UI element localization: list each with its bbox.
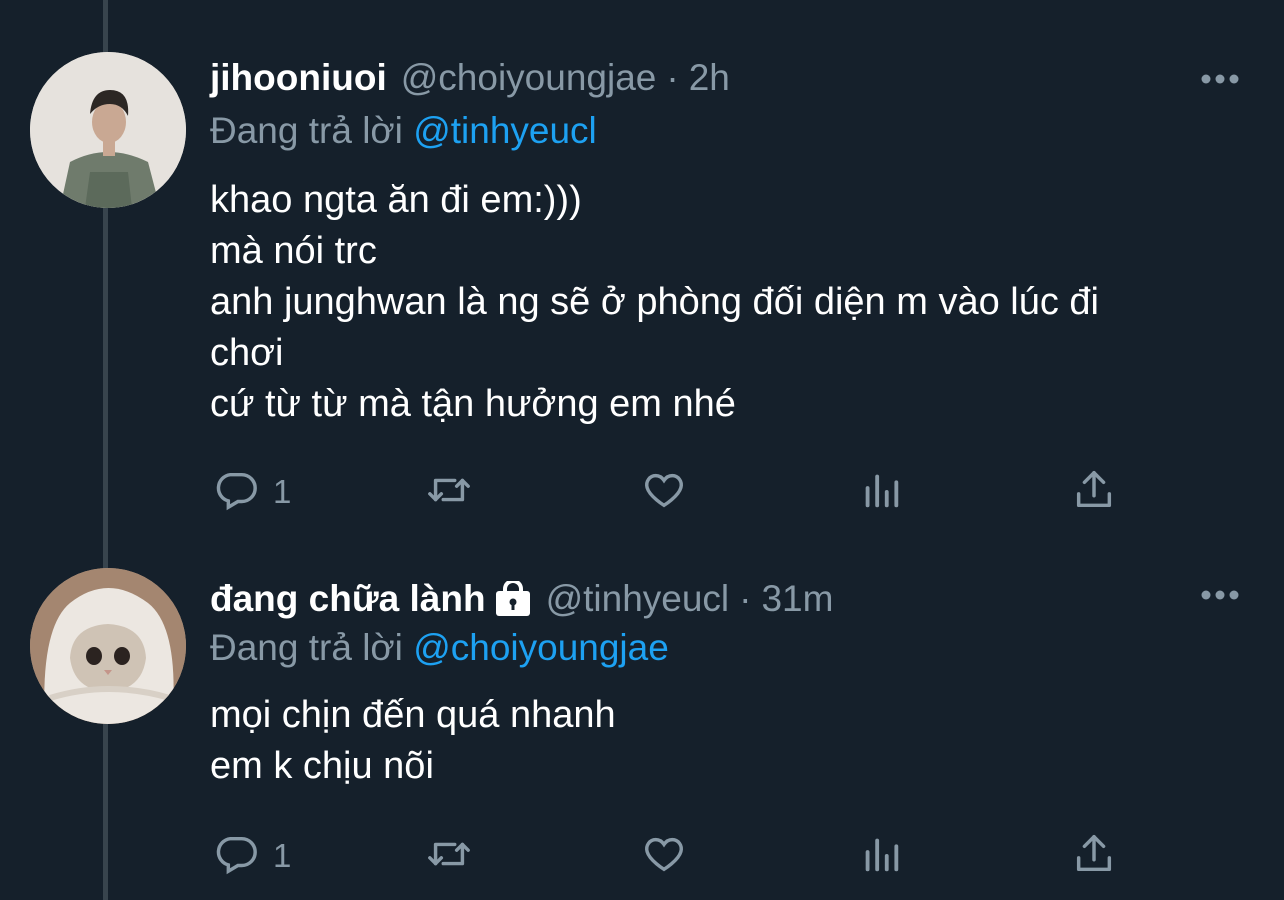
retweet-icon <box>426 467 472 518</box>
tweet-text: mọi chịn đến quá nhanh em k chịu nõi <box>210 690 616 792</box>
tweet-actions: 1 <box>213 468 1213 516</box>
share-button[interactable] <box>1071 468 1117 516</box>
handle[interactable]: @choiyoungjae <box>401 57 657 99</box>
reply-count: 1 <box>273 837 292 874</box>
handle[interactable]: @tinhyeucl <box>546 578 730 620</box>
timestamp[interactable]: 31m <box>761 578 833 620</box>
replying-to: Đang trả lời @tinhyeucl <box>210 110 597 152</box>
like-button[interactable] <box>641 832 687 880</box>
reply-count: 1 <box>273 473 292 510</box>
tweet-text-line: em k chịu nõi <box>210 745 434 787</box>
tweet-text-line: chơi <box>210 332 284 374</box>
tweet-text-line: mà nói trc <box>210 230 377 272</box>
replying-prefix: Đang trả lời <box>210 627 403 668</box>
like-icon <box>641 831 687 882</box>
tweet-text-line: anh junghwan là ng sẽ ở phòng đối diện m… <box>210 281 1099 323</box>
timestamp[interactable]: 2h <box>689 57 730 99</box>
tweet[interactable]: đang chữa lành @tinhyeucl · 31m Đang trả… <box>0 560 1284 900</box>
more-icon[interactable] <box>1200 588 1240 602</box>
replying-prefix: Đang trả lời <box>210 110 403 151</box>
analytics-icon <box>858 467 904 518</box>
retweet-button[interactable] <box>426 468 472 516</box>
mention-link[interactable]: @choiyoungjae <box>413 627 669 668</box>
lock-icon <box>494 579 532 617</box>
separator: · <box>666 57 679 98</box>
avatar[interactable] <box>30 568 186 724</box>
tweet-text-line: cứ từ từ mà tận hưởng em nhé <box>210 383 736 425</box>
share-button[interactable] <box>1071 832 1117 880</box>
tweet-header: jihooniuoi @choiyoungjae · 2h <box>210 57 730 99</box>
analytics-button[interactable] <box>858 832 904 880</box>
replying-to: Đang trả lời @choiyoungjae <box>210 627 669 669</box>
mention-link[interactable]: @tinhyeucl <box>413 110 597 151</box>
like-icon <box>641 467 687 518</box>
tweet-text: khao ngta ăn đi em:))) mà nói trc anh ju… <box>210 175 1099 430</box>
tweet-text-line: mọi chịn đến quá nhanh <box>210 694 616 736</box>
tweet-actions: 1 <box>213 832 1213 880</box>
share-icon <box>1071 467 1117 518</box>
tweet-text-line: khao ngta ăn đi em:))) <box>210 179 582 221</box>
reply-icon <box>213 467 259 518</box>
more-icon[interactable] <box>1200 72 1240 86</box>
display-name[interactable]: đang chữa lành <box>210 578 486 620</box>
analytics-button[interactable] <box>858 468 904 516</box>
reply-button[interactable]: 1 <box>213 468 291 516</box>
like-button[interactable] <box>641 468 687 516</box>
separator: · <box>739 578 752 619</box>
reply-button[interactable]: 1 <box>213 832 291 880</box>
avatar[interactable] <box>30 52 186 208</box>
retweet-button[interactable] <box>426 832 472 880</box>
share-icon <box>1071 831 1117 882</box>
analytics-icon <box>858 831 904 882</box>
display-name[interactable]: jihooniuoi <box>210 57 387 99</box>
tweet-header: đang chữa lành @tinhyeucl · 31m <box>210 578 833 620</box>
retweet-icon <box>426 831 472 882</box>
reply-icon <box>213 831 259 882</box>
